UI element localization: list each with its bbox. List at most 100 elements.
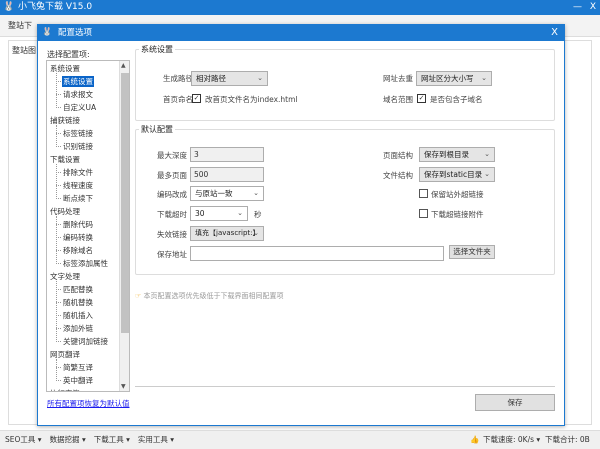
tree-scrollbar[interactable]: ▲ ▼	[119, 61, 129, 391]
tree-item[interactable]: 标签添加属性	[62, 258, 109, 269]
keep-external-label: 保留站外超链接	[431, 190, 484, 199]
tree-line	[56, 125, 61, 147]
download-attach-label: 下载超链接附件	[431, 210, 484, 219]
tree-item[interactable]: 移除域名	[62, 245, 94, 256]
tree-item[interactable]: 英中翻译	[62, 375, 94, 386]
download-speed[interactable]: 下载速度: 0K/s ▾	[483, 431, 540, 449]
file-struct-select[interactable]: 保存到static目录 ⌄	[419, 167, 495, 182]
group-title: 系统设置	[139, 44, 175, 55]
status-menu[interactable]: SEO工具 ▾	[5, 435, 42, 444]
encoding-select[interactable]: 与原站一致 ⌄	[190, 186, 264, 201]
depth-label: 最大深度	[157, 151, 187, 160]
tree-group[interactable]: 文字处理	[50, 271, 80, 282]
tree-item[interactable]: 识别链接	[62, 141, 94, 152]
status-menu[interactable]: 实用工具 ▾	[138, 435, 174, 444]
tree-item[interactable]: 断点续下	[62, 193, 94, 204]
dialog-title-bar: 配置选项	[38, 25, 564, 41]
broken-select[interactable]: 填充【javascript:】 ⌄	[190, 226, 264, 241]
app-title: 小飞兔下载 V15.0	[18, 2, 93, 12]
dedupe-label: 网址去重	[383, 74, 413, 83]
config-tree[interactable]: 系统设置 系统设置 请求报文 自定义UA 捕获链接 标签链接 识别链接 下载设置 排除文件 线程速…	[46, 60, 130, 392]
timeout-unit: 秒	[254, 210, 262, 219]
chevron-down-icon: ⌄	[253, 189, 259, 197]
tree-group[interactable]: 下载设置	[50, 154, 80, 165]
pages-input[interactable]: 500	[190, 167, 264, 182]
tree-item[interactable]: 标签链接	[62, 128, 94, 139]
scroll-thumb[interactable]	[121, 73, 129, 333]
dialog-close-button[interactable]: X	[551, 25, 558, 41]
home-checkbox[interactable]: ✓	[192, 94, 201, 103]
tree-group[interactable]: 系统设置	[50, 63, 80, 74]
choose-folder-button[interactable]: 选择文件夹	[449, 245, 495, 259]
close-window-button[interactable]: X	[590, 0, 596, 15]
scroll-up-icon[interactable]: ▲	[121, 62, 126, 69]
broken-label: 失效链接	[157, 230, 187, 239]
tree-group[interactable]: 执行完毕	[50, 388, 80, 391]
chevron-down-icon: ⌄	[481, 74, 487, 82]
rabbit-logo-icon: 🐰	[42, 27, 52, 36]
encoding-label: 编码改成	[157, 190, 187, 199]
tree-item[interactable]: 关键词加链接	[62, 336, 109, 347]
chevron-down-icon: ⌄	[257, 74, 263, 82]
save-path-label: 保存地址	[157, 250, 187, 259]
thumbs-up-icon: 👍	[470, 435, 480, 444]
tree-item[interactable]: 添加外链	[62, 323, 94, 334]
reset-defaults-link[interactable]: 所有配置项恢复为默认值	[47, 398, 130, 409]
home-label: 首页命名	[163, 95, 193, 104]
tree-line	[56, 73, 61, 108]
tree-line	[56, 164, 61, 199]
toolbar-site-download[interactable]: 整站下	[8, 20, 32, 31]
list-label: 选择配置项:	[47, 50, 90, 59]
divider	[135, 386, 555, 387]
save-path-input[interactable]	[190, 246, 444, 261]
path-select[interactable]: 相对路径 ⌄	[191, 71, 268, 86]
background-tab: 整站图	[12, 46, 36, 55]
domain-check-label: 是否包含子域名	[430, 95, 483, 104]
tree-line	[56, 359, 61, 381]
page-struct-select[interactable]: 保存到根目录 ⌄	[419, 147, 495, 162]
page-struct-label: 页面结构	[383, 151, 413, 160]
rabbit-logo-icon: 🐰	[3, 2, 15, 12]
tree-item[interactable]: 简繁互译	[62, 362, 94, 373]
domain-label: 域名范围	[383, 95, 413, 104]
domain-checkbox[interactable]: ✓	[417, 94, 426, 103]
home-check-label: 改首页文件名为index.html	[205, 95, 298, 104]
minimize-button[interactable]: —	[573, 0, 582, 15]
keep-external-checkbox[interactable]	[419, 189, 428, 198]
dedupe-select[interactable]: 网址区分大小写 ⌄	[416, 71, 492, 86]
tree-group[interactable]: 捕获链接	[50, 115, 80, 126]
chevron-down-icon: ⌄	[484, 150, 490, 158]
chevron-down-icon: ⌄	[484, 170, 490, 178]
tree-line	[56, 281, 61, 342]
app-title-bar: 小飞兔下载 V15.0	[0, 0, 600, 15]
status-menu[interactable]: 数据挖掘 ▾	[50, 435, 86, 444]
tree-item[interactable]: 删除代码	[62, 219, 94, 230]
timeout-select[interactable]: 30 ⌄	[190, 206, 248, 221]
download-attach-checkbox[interactable]	[419, 209, 428, 218]
file-struct-label: 文件结构	[383, 171, 413, 180]
hand-pointer-icon: ☞	[135, 292, 142, 300]
pages-label: 最多页面	[157, 171, 187, 180]
tree-item[interactable]: 线程速度	[62, 180, 94, 191]
tree-item[interactable]: 自定义UA	[62, 102, 97, 113]
chevron-down-icon: ⌄	[237, 209, 243, 217]
tree-group[interactable]: 网页翻译	[50, 349, 80, 360]
chevron-down-icon: ⌄	[253, 229, 259, 237]
download-total: 下载合计: 0B	[545, 435, 590, 444]
scroll-down-icon[interactable]: ▼	[121, 383, 126, 390]
save-button[interactable]: 保存	[475, 394, 555, 411]
status-menu[interactable]: 下载工具 ▾	[94, 435, 130, 444]
tree-item[interactable]: 编码转换	[62, 232, 94, 243]
tree-group[interactable]: 代码处理	[50, 206, 80, 217]
config-dialog: 配置选项 🐰 X 选择配置项: 系统设置 系统设置 请求报文 自定义UA 捕获链接 标签链…	[37, 24, 565, 426]
tree-item[interactable]: 匹配替换	[62, 284, 94, 295]
depth-input[interactable]: 3	[190, 147, 264, 162]
tree-item[interactable]: 请求报文	[62, 89, 94, 100]
tree-item[interactable]: 排除文件	[62, 167, 94, 178]
group-title: 默认配置	[139, 124, 175, 135]
dialog-title: 配置选项	[58, 28, 93, 38]
tree-item[interactable]: 系统设置	[62, 76, 94, 87]
tree-line	[56, 216, 61, 264]
tree-item[interactable]: 随机替换	[62, 297, 94, 308]
tree-item[interactable]: 随机插入	[62, 310, 94, 321]
